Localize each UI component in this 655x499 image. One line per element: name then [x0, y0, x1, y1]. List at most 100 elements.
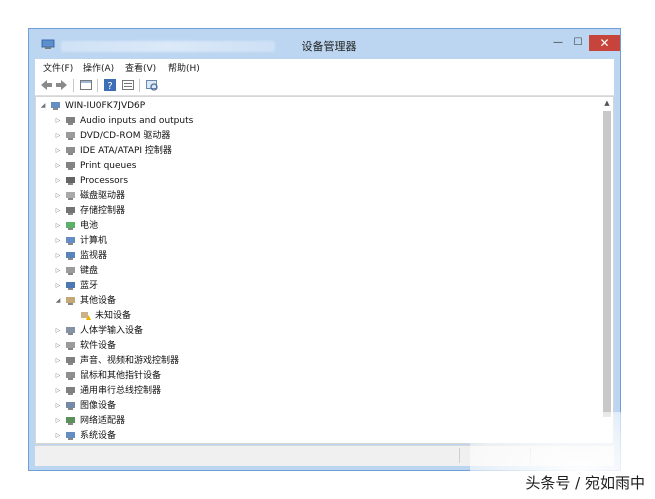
software-device-icon [65, 341, 76, 351]
collapsed-arrow-icon[interactable]: ▷ [54, 279, 62, 293]
sound-icon [65, 356, 76, 366]
maximize-button[interactable]: ☐ [569, 35, 587, 51]
window-title: 设备管理器 [301, 40, 357, 53]
processor-icon [65, 176, 76, 186]
tree-item-label: IDE ATA/ATAPI 控制器 [80, 146, 172, 156]
help-icon[interactable]: ? [103, 77, 117, 93]
tree-item-label: 人体学输入设备 [80, 326, 144, 336]
collapsed-arrow-icon[interactable]: ▷ [54, 429, 62, 443]
tree-root[interactable]: ◢ WIN-IU0FK7JVD6P [36, 99, 596, 113]
close-button[interactable]: ✕ [589, 35, 620, 51]
device-tree: ◢ WIN-IU0FK7JVD6P ▷ Audio inputs and output… [35, 96, 614, 444]
tree-item[interactable]: ▷ Audio inputs and outputs [36, 114, 596, 128]
tree-item-label: 电池 [80, 221, 99, 231]
usb-icon [65, 386, 76, 396]
tree-item[interactable]: ▷ DVD/CD-ROM 驱动器 [36, 129, 596, 143]
battery-icon [65, 221, 76, 231]
status-cell [35, 448, 460, 463]
tree-item[interactable]: ▷ 计算机 [36, 234, 596, 248]
tree-item-label: 软件设备 [80, 341, 117, 351]
collapsed-arrow-icon[interactable]: ▷ [54, 144, 62, 158]
menu-help[interactable]: 帮助(H) [168, 61, 200, 74]
menu-action[interactable]: 操作(A) [83, 61, 114, 74]
tree-item-label: 网络适配器 [80, 416, 126, 426]
properties-icon[interactable] [79, 77, 93, 93]
collapsed-arrow-icon[interactable]: ▷ [54, 384, 62, 398]
tree-item[interactable]: ▷ 软件设备 [36, 339, 596, 353]
tree-item[interactable]: 未知设备 [36, 309, 596, 323]
tree-item[interactable]: ▷ 声音、视频和游戏控制器 [36, 354, 596, 368]
device-manager-window: 设备管理器 — ☐ ✕ 文件(F) 操作(A) 查看(V) 帮助(H) ? ◢ … [28, 28, 621, 471]
collapsed-arrow-icon[interactable]: ▷ [54, 369, 62, 383]
collapsed-arrow-icon[interactable]: ▷ [54, 114, 62, 128]
tree-item-label: 键盘 [80, 266, 99, 276]
vertical-scrollbar[interactable]: ▲ [601, 97, 613, 443]
collapsed-arrow-icon[interactable]: ▷ [54, 189, 62, 203]
collapsed-arrow-icon[interactable]: ▷ [54, 129, 62, 143]
network-adapter-icon [65, 416, 76, 426]
collapsed-arrow-icon[interactable]: ▷ [54, 204, 62, 218]
toolbar-separator [97, 79, 98, 92]
tree-item-label: 系统设备 [80, 431, 117, 441]
tree-item-label: 未知设备 [95, 311, 132, 321]
monitor-icon [65, 251, 76, 261]
tree-item[interactable]: ▷ 键盘 [36, 264, 596, 278]
tree-item[interactable]: ▷ 电池 [36, 219, 596, 233]
collapsed-arrow-icon[interactable]: ▷ [54, 399, 62, 413]
expanded-arrow-icon[interactable]: ◢ [54, 294, 62, 308]
tree-item-label: WIN-IU0FK7JVD6P [65, 101, 146, 111]
tree-item-label: 通用串行总线控制器 [80, 386, 162, 396]
scan-hardware-icon[interactable] [145, 77, 159, 93]
bluetooth-icon [65, 281, 76, 291]
forward-icon[interactable] [55, 77, 69, 93]
keyboard-icon [65, 266, 76, 276]
tree-item[interactable]: ▷ 磁盘驱动器 [36, 189, 596, 203]
tree-item[interactable]: ▷ 通用串行总线控制器 [36, 384, 596, 398]
tree-item-label: 蓝牙 [80, 281, 99, 291]
scroll-thumb[interactable] [603, 111, 611, 417]
collapsed-arrow-icon[interactable]: ▷ [54, 174, 62, 188]
collapsed-arrow-icon[interactable]: ▷ [54, 354, 62, 368]
collapsed-arrow-icon[interactable]: ▷ [54, 264, 62, 278]
tree-item[interactable]: ▷ Print queues [36, 159, 596, 173]
toolbar: ? [35, 75, 614, 96]
imaging-device-icon [65, 401, 76, 411]
tree-item-label: 声音、视频和游戏控制器 [80, 356, 180, 366]
collapsed-arrow-icon[interactable]: ▷ [54, 159, 62, 173]
disk-drive-icon [65, 191, 76, 201]
collapsed-arrow-icon[interactable]: ▷ [54, 324, 62, 338]
menu-view[interactable]: 查看(V) [125, 61, 156, 74]
collapsed-arrow-icon[interactable]: ▷ [54, 234, 62, 248]
tree-item[interactable]: ▷ 鼠标和其他指针设备 [36, 369, 596, 383]
tree-item[interactable]: ▷ 图像设备 [36, 399, 596, 413]
tree-item[interactable]: ◢ 其他设备 [36, 294, 596, 308]
tree-item[interactable]: ▷ 存储控制器 [36, 204, 596, 218]
tree-item[interactable]: ▷ 蓝牙 [36, 279, 596, 293]
menu-bar: 文件(F) 操作(A) 查看(V) 帮助(H) [35, 59, 614, 75]
update-driver-icon[interactable] [121, 77, 135, 93]
toolbar-separator [139, 79, 140, 92]
collapsed-arrow-icon[interactable]: ▷ [54, 249, 62, 263]
title-bar[interactable]: 设备管理器 — ☐ ✕ [29, 29, 620, 59]
tree-item-label: 其他设备 [80, 296, 117, 306]
expanded-arrow-icon[interactable]: ◢ [39, 99, 47, 113]
collapsed-arrow-icon[interactable]: ▷ [54, 339, 62, 353]
tree-item[interactable]: ▷ 人体学输入设备 [36, 324, 596, 338]
back-icon[interactable] [39, 77, 53, 93]
tree-item[interactable]: ▷ 监视器 [36, 249, 596, 263]
tree-item-label: 监视器 [80, 251, 108, 261]
tree-item-label: 磁盘驱动器 [80, 191, 126, 201]
system-device-icon [65, 431, 76, 441]
mouse-icon [65, 371, 76, 381]
menu-file[interactable]: 文件(F) [43, 61, 73, 74]
device-manager-app-icon [41, 39, 55, 49]
collapsed-arrow-icon[interactable]: ▷ [54, 219, 62, 233]
tree-item[interactable]: ▷ IDE ATA/ATAPI 控制器 [36, 144, 596, 158]
collapsed-arrow-icon[interactable]: ▷ [54, 414, 62, 428]
ide-controller-icon [65, 146, 76, 156]
minimize-button[interactable]: — [549, 35, 567, 51]
tree-item[interactable]: ▷ Processors [36, 174, 596, 188]
tree-item-label: 存储控制器 [80, 206, 126, 216]
scroll-up-arrow-icon[interactable]: ▲ [601, 97, 613, 109]
disc-drive-icon [65, 131, 76, 141]
